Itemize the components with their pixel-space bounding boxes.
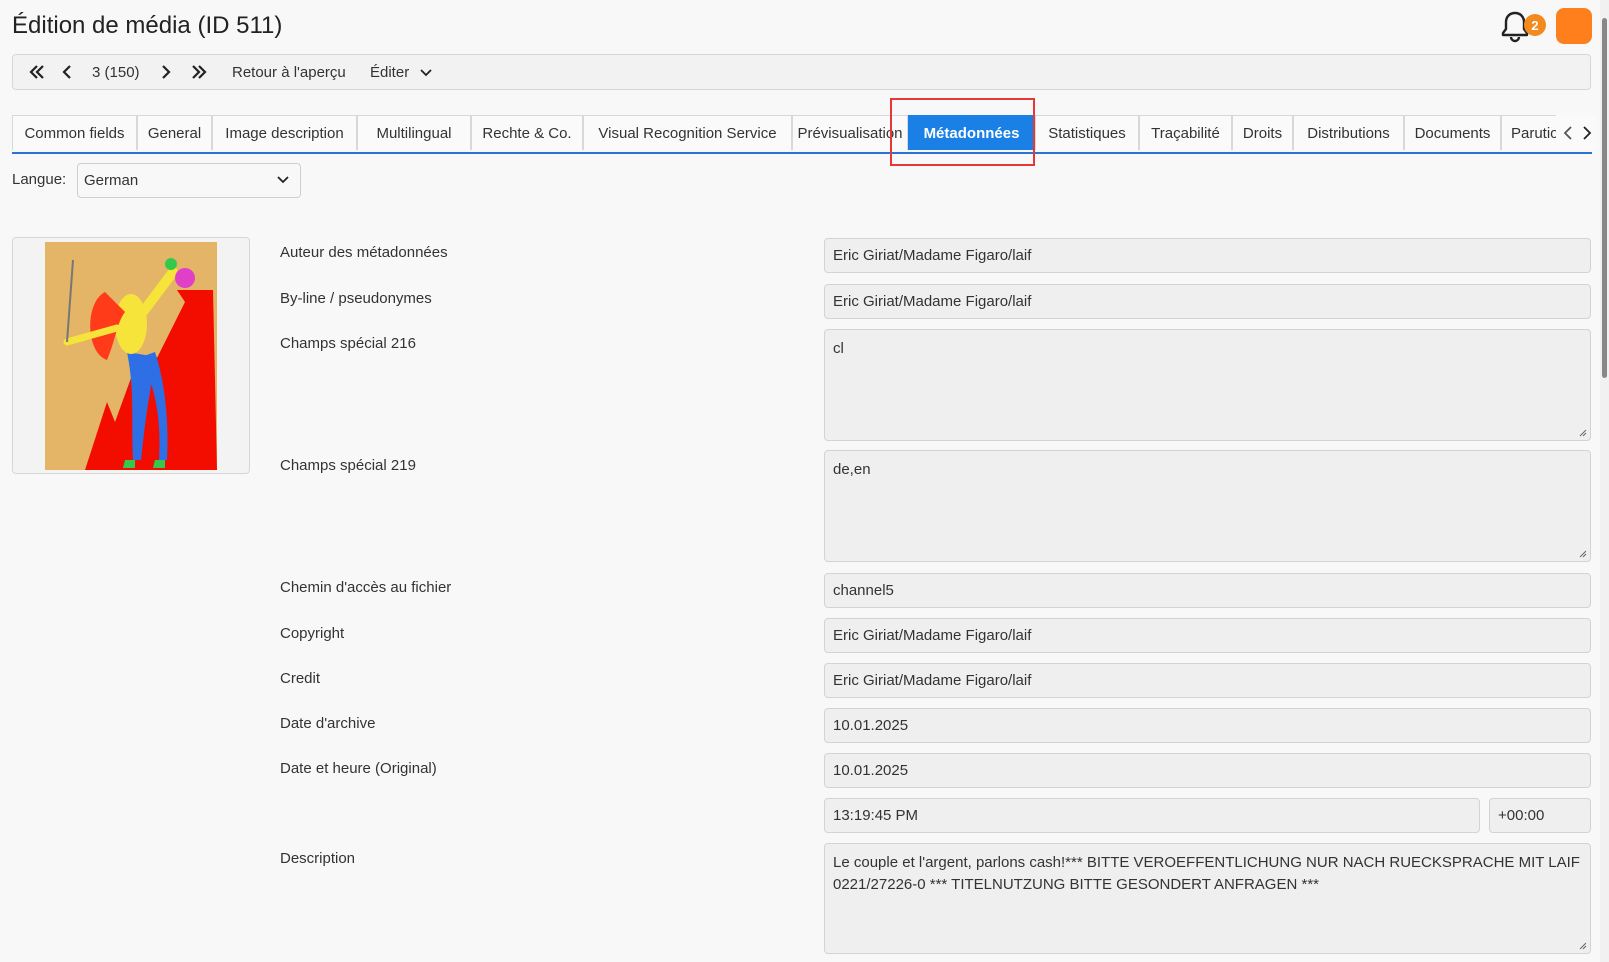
edit-menu-label: Éditer [370,63,410,81]
description-value: Le couple et l'argent, parlons cash!*** … [833,854,1580,893]
tab-documents[interactable]: Documents [1404,115,1501,150]
description-label: Description [280,850,356,867]
tab-common-fields[interactable]: Common fields [12,115,137,150]
chevron-right-icon [162,65,171,79]
double-chevron-right-icon [192,65,207,79]
tabs-scroll-left-button[interactable] [1556,115,1580,150]
special-216-value: cl [833,340,844,357]
chevron-right-icon [1583,125,1592,140]
filepath-field[interactable]: channel5 [824,573,1591,608]
record-position: 3 (150) [92,63,140,81]
page-title: Édition de média (ID 511) [12,12,283,39]
datetime-original-label: Date et heure (Original) [280,760,437,777]
next-record-button[interactable] [158,55,174,89]
resize-handle-icon[interactable] [1578,428,1587,437]
special-219-value: de,en [833,461,871,478]
chevron-left-icon [1563,125,1572,140]
resize-handle-icon[interactable] [1578,941,1587,950]
byline-label: By-line / pseudonymes [280,290,432,307]
avatar[interactable] [1556,8,1592,44]
tab-multilingual[interactable]: Multilingual [357,115,471,150]
timezone-field[interactable]: +00:00 [1489,798,1591,833]
author-label: Auteur des métadonnées [280,244,448,261]
language-label: Langue: [12,171,67,188]
last-record-button[interactable] [189,55,209,89]
credit-field[interactable]: Eric Giriat/Madame Figaro/laif [824,663,1591,698]
tab-distributions[interactable]: Distributions [1293,115,1404,150]
author-field[interactable]: Eric Giriat/Madame Figaro/laif [824,238,1591,273]
credit-label: Credit [280,670,321,687]
tab-highlight-box [890,98,1035,166]
datetime-original-date-field[interactable]: 10.01.2025 [824,753,1591,788]
tab-image-description[interactable]: Image description [212,115,357,150]
archive-date-label: Date d'archive [280,715,376,732]
tab-rechte[interactable]: Rechte & Co. [471,115,583,150]
tab-bar: Common fields General Image description … [12,115,1596,154]
back-to-overview-button[interactable]: Retour à l'aperçu [232,55,346,89]
tab-droits[interactable]: Droits [1232,115,1293,150]
media-thumbnail[interactable] [12,237,250,474]
edit-menu-button[interactable]: Éditer [370,55,433,89]
filepath-label: Chemin d'accès au fichier [280,579,452,596]
chevron-down-icon [277,176,289,184]
special-216-field[interactable]: cl [824,329,1591,441]
description-field[interactable]: Le couple et l'argent, parlons cash!*** … [824,843,1591,954]
copyright-field[interactable]: Eric Giriat/Madame Figaro/laif [824,618,1591,653]
media-image [45,242,217,470]
special-219-field[interactable]: de,en [824,450,1591,562]
archive-date-field[interactable]: 10.01.2025 [824,708,1591,743]
tab-general[interactable]: General [137,115,212,150]
notification-badge: 2 [1524,14,1546,36]
previous-record-button[interactable] [59,55,75,89]
double-chevron-left-icon [29,65,44,79]
tabs-scroll-right-button[interactable] [1578,115,1596,150]
byline-field[interactable]: Eric Giriat/Madame Figaro/laif [824,284,1591,319]
language-select[interactable]: German [77,163,301,198]
chevron-left-icon [62,65,71,79]
first-record-button[interactable] [27,55,47,89]
tab-tracabilite[interactable]: Traçabilité [1139,115,1232,150]
copyright-label: Copyright [280,625,345,642]
scrollbar-thumb[interactable] [1602,18,1607,378]
tab-visual-recognition[interactable]: Visual Recognition Service [583,115,792,150]
tab-statistiques[interactable]: Statistiques [1035,115,1139,150]
navigation-toolbar: 3 (150) Retour à l'aperçu Éditer [12,54,1591,90]
special-219-label: Champs spécial 219 [280,457,416,474]
language-select-value: German [84,172,139,189]
special-216-label: Champs spécial 216 [280,335,416,352]
resize-handle-icon[interactable] [1578,549,1587,558]
datetime-original-time-field[interactable]: 13:19:45 PM [824,798,1480,833]
chevron-down-icon [420,69,432,77]
